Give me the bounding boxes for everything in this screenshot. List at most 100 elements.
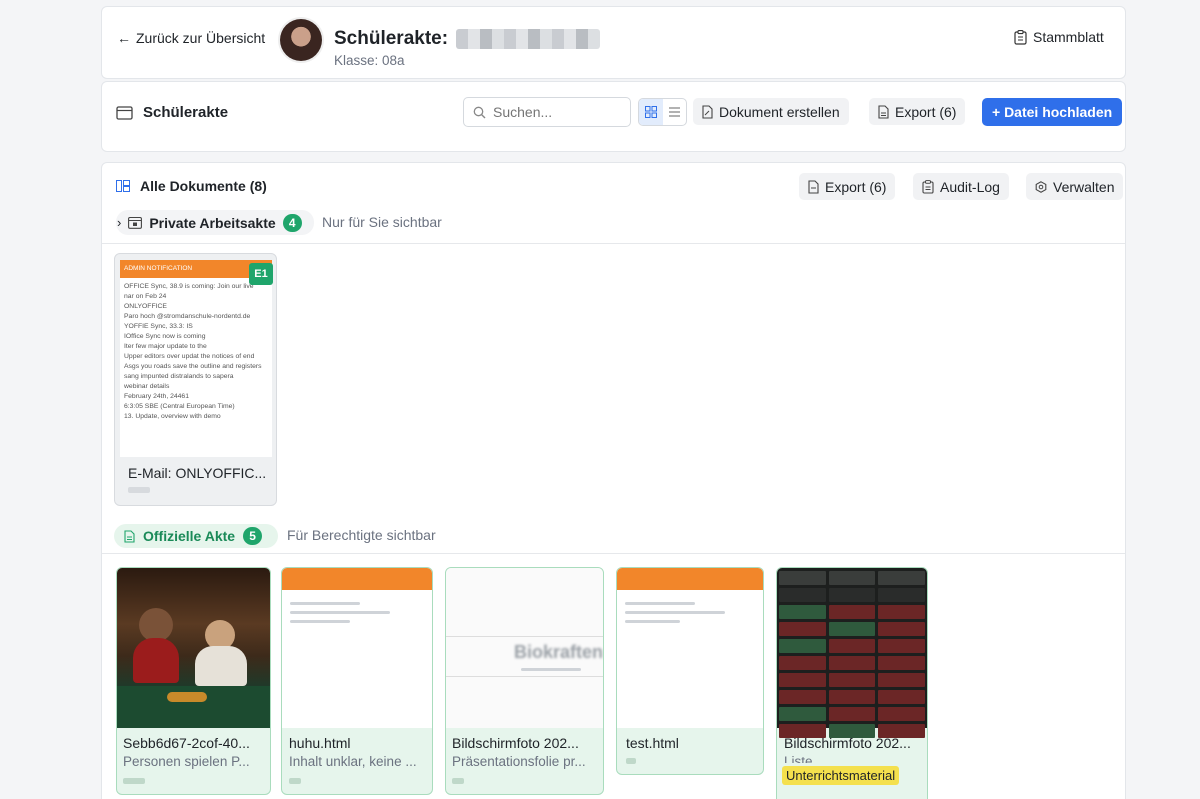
docs-export-button[interactable]: Export (6) <box>799 173 896 200</box>
search-input[interactable] <box>493 104 623 120</box>
page-title: Schülerakte: <box>334 28 601 50</box>
doc-description: Personen spielen P... <box>123 754 250 769</box>
table-cell <box>878 571 925 585</box>
table-cell <box>779 707 826 721</box>
clipboard-icon <box>1014 29 1027 45</box>
preview-line: webinar details <box>124 383 170 390</box>
create-document-button[interactable]: Dokument erstellen <box>693 98 849 125</box>
back-link[interactable]: ← Zurück zur Übersicht <box>117 30 265 46</box>
doc-title: Bildschirmfoto 202... <box>452 735 579 751</box>
doc-title: Sebb6d67-2cof-40... <box>123 735 250 751</box>
table-cell <box>779 673 826 687</box>
manage-button[interactable]: Verwalten <box>1026 173 1124 200</box>
preview-line: ONLYOFFICE <box>124 303 167 310</box>
official-section-header[interactable]: Offizielle Akte 5 <box>114 524 278 548</box>
table-cell <box>878 690 925 704</box>
clipboard-list-icon <box>922 179 934 194</box>
table-cell <box>878 656 925 670</box>
official-document-card[interactable]: huhu.html Inhalt unklar, keine ... <box>281 567 433 795</box>
table-cell <box>828 588 876 602</box>
table-cell <box>828 673 876 687</box>
doc-title: huhu.html <box>289 735 351 751</box>
doc-meta <box>289 778 301 784</box>
doc-meta <box>452 778 464 784</box>
doc-meta <box>123 778 145 784</box>
private-section-header[interactable]: › Private Arbeitsakte 4 <box>116 210 314 235</box>
email-preview: ADMIN NOTIFICATION OFFICE Sync, 38.9 is … <box>120 260 272 457</box>
toolbar-card: Schülerakte Dokument erstellen Export (6… <box>101 81 1126 152</box>
image-thumbnail <box>117 568 270 728</box>
doc-description: Liste <box>784 754 813 763</box>
doc-title: Bildschirmfoto 202... <box>784 735 911 751</box>
table-cell <box>878 639 925 653</box>
upload-button[interactable]: + Datei hochladen <box>982 98 1123 126</box>
search-box[interactable] <box>463 97 631 127</box>
doc-description: Präsentationsfolie pr... <box>452 754 586 769</box>
table-cell <box>828 656 876 670</box>
preview-line: Upper editors over updat the notices of … <box>124 353 255 360</box>
settings-icon <box>1035 180 1047 193</box>
file-icon <box>808 179 819 194</box>
chevron-right-icon: › <box>117 215 122 230</box>
search-icon <box>473 106 486 118</box>
preview-line: IOffice Sync now is coming <box>124 333 206 340</box>
table-cell <box>779 639 826 653</box>
official-visibility-note: Für Berechtigte sichtbar <box>287 527 436 543</box>
table-cell <box>828 571 876 585</box>
view-toggle <box>638 98 687 126</box>
doc-description: Inhalt unklar, keine ... <box>289 754 417 769</box>
table-cell <box>878 707 925 721</box>
folder-icon <box>116 106 133 120</box>
html-thumbnail <box>282 568 432 728</box>
grid-view-button[interactable] <box>639 99 663 125</box>
private-document-card[interactable]: ADMIN NOTIFICATION OFFICE Sync, 38.9 is … <box>114 253 277 506</box>
table-cell <box>828 605 876 619</box>
private-count-badge: 4 <box>282 213 302 232</box>
layout-icon <box>116 180 130 192</box>
official-document-card[interactable]: test.html <box>616 567 764 775</box>
table-cell <box>779 622 826 636</box>
section-heading: Schülerakte <box>116 104 228 121</box>
table-thumbnail <box>777 568 927 738</box>
redacted-name <box>456 29 601 49</box>
preview-line: Paro hoch @stromdanschule-nordentd.de <box>124 313 251 320</box>
table-cell <box>828 639 876 653</box>
preview-line: OFFICE Sync, 38.9 is coming: Join our li… <box>124 283 254 290</box>
doc-meta <box>128 487 150 493</box>
audit-log-button[interactable]: Audit-Log <box>913 173 1009 200</box>
official-document-card[interactable]: Sebb6d67-2cof-40... Personen spielen P..… <box>116 567 271 795</box>
table-cell <box>878 605 925 619</box>
doc-meta <box>626 758 636 764</box>
private-visibility-note: Nur für Sie sichtbar <box>322 214 442 230</box>
file-text-icon <box>124 529 135 543</box>
documents-card: Alle Dokumente (8) Export (6) Audit-Log … <box>101 162 1126 799</box>
preview-line: sang impunted distralands to sapera <box>124 373 234 380</box>
official-document-card[interactable]: Biokraften Bildschirmfoto 202... Präsent… <box>445 567 604 795</box>
folder-lock-icon <box>128 216 143 229</box>
divider <box>102 243 1125 244</box>
preview-line: Iter few major update to the <box>124 343 207 350</box>
preview-line: 13. Update, overview with demo <box>124 413 221 420</box>
html-thumbnail <box>617 568 763 728</box>
preview-line: Asgs you roads save the outline and regi… <box>124 363 262 370</box>
doc-type-badge: E1 <box>249 263 273 285</box>
class-label: Klasse: 08a <box>334 53 405 68</box>
stammblatt-button[interactable]: Stammblatt <box>1014 29 1104 45</box>
doc-title: test.html <box>626 735 679 751</box>
student-header-card: ← Zurück zur Übersicht Schülerakte: Klas… <box>101 6 1126 79</box>
list-icon <box>668 107 680 117</box>
screenshot-thumbnail: Biokraften <box>446 568 603 728</box>
arrow-left-icon: ← <box>117 30 131 46</box>
table-cell <box>828 622 876 636</box>
preview-line: February 24th, 24461 <box>124 393 189 400</box>
file-icon <box>878 104 889 119</box>
tag-badge[interactable]: Unterrichtsmaterial <box>782 766 900 785</box>
table-cell <box>828 707 876 721</box>
divider <box>102 553 1125 554</box>
doc-title: E-Mail: ONLYOFFIC... <box>128 465 267 481</box>
avatar <box>280 19 322 61</box>
export-button[interactable]: Export (6) <box>869 98 966 125</box>
list-view-button[interactable] <box>663 99 686 125</box>
preview-line: nar on Feb 24 <box>124 293 167 300</box>
official-document-card[interactable]: Bildschirmfoto 202... Liste Unterrichtsm… <box>776 567 928 799</box>
